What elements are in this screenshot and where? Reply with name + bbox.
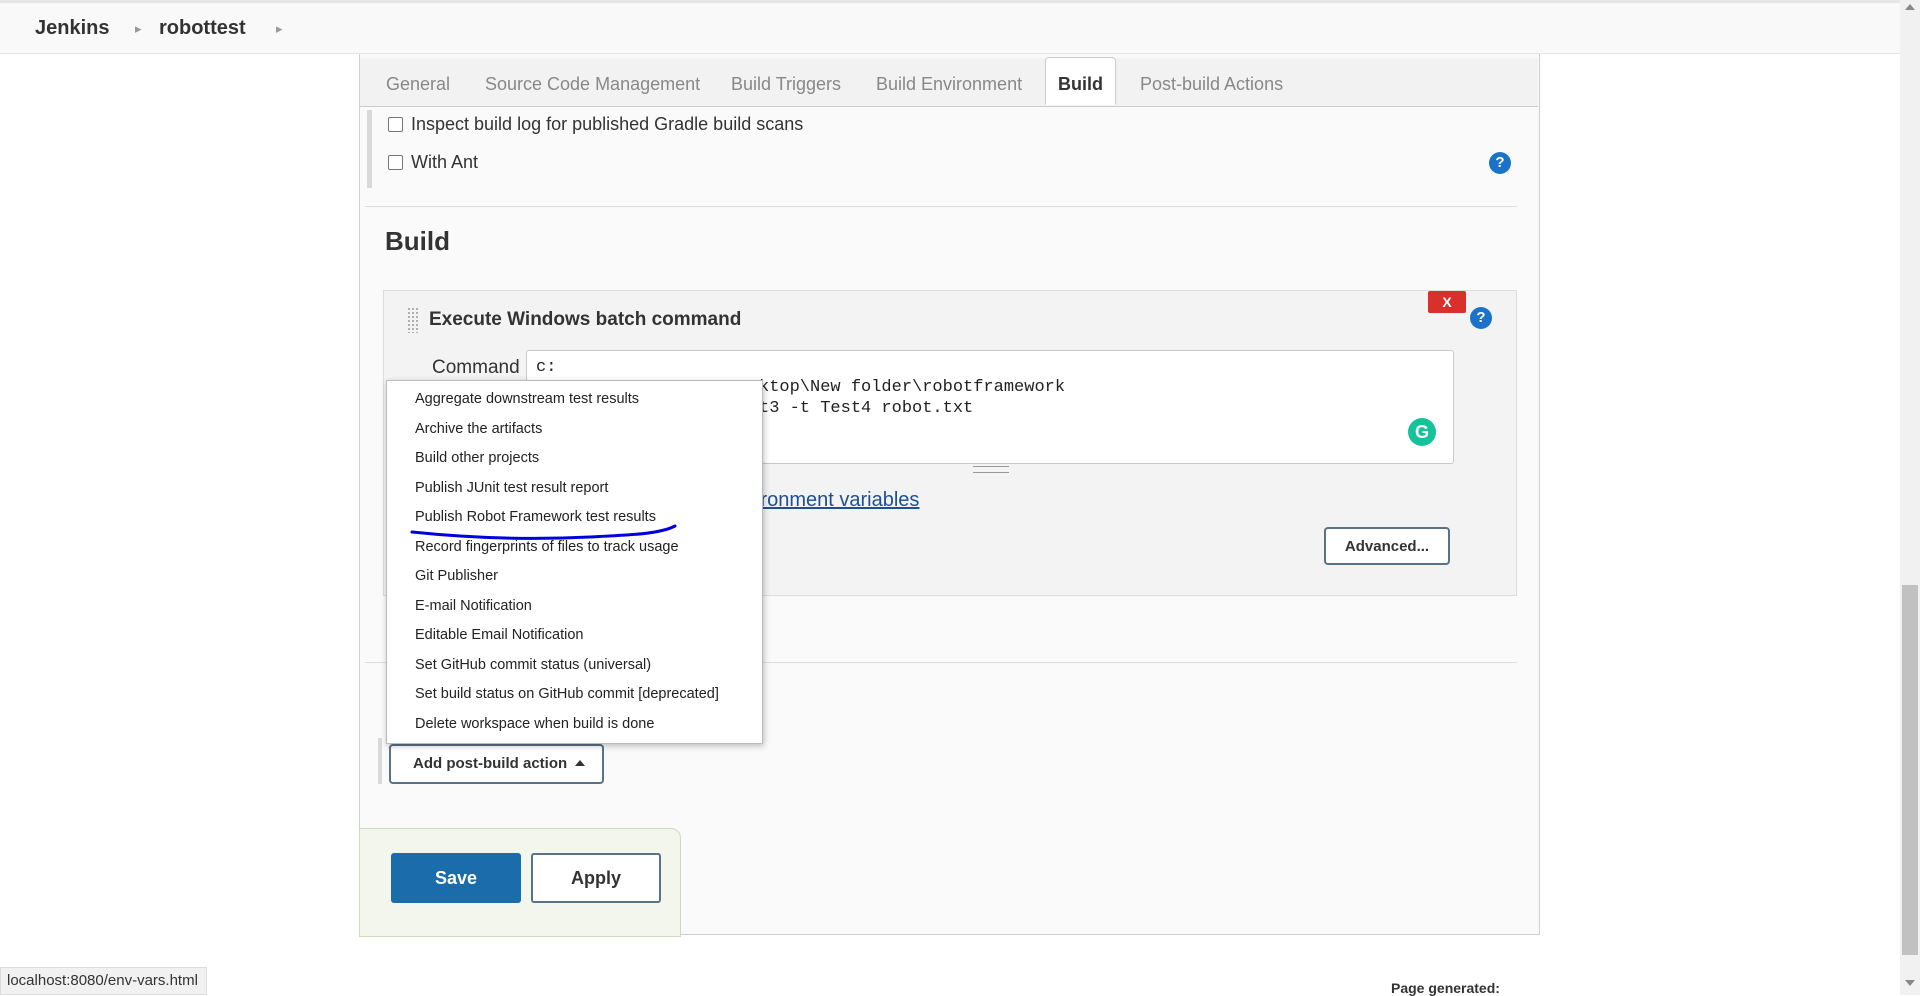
caret-up-icon — [575, 760, 586, 766]
tab-build-environment[interactable]: Build Environment — [876, 74, 1022, 95]
drag-handle-icon[interactable] — [407, 307, 419, 333]
section-indicator — [367, 110, 372, 188]
with-ant-checkbox[interactable] — [388, 155, 403, 170]
scroll-down-icon[interactable] — [1905, 980, 1915, 986]
gradle-scans-checkbox[interactable] — [388, 117, 403, 132]
build-step-title: Execute Windows batch command — [429, 309, 742, 330]
tab-source-code-management[interactable]: Source Code Management — [485, 74, 700, 95]
menu-item-email-notification[interactable]: E-mail Notification — [415, 598, 532, 614]
add-post-build-action-label: Add post-build action — [413, 755, 568, 772]
status-bar-url: localhost:8080/env-vars.html — [0, 967, 207, 995]
menu-item-editable-email[interactable]: Editable Email Notification — [415, 627, 583, 643]
config-tabs: General Source Code Management Build Tri… — [360, 57, 1538, 107]
grammarly-icon[interactable]: G — [1408, 418, 1436, 446]
tab-general[interactable]: General — [386, 74, 450, 95]
tab-build-triggers[interactable]: Build Triggers — [731, 74, 841, 95]
help-icon[interactable]: ? — [1489, 152, 1511, 174]
tab-post-build-actions[interactable]: Post-build Actions — [1140, 74, 1283, 95]
step-help-icon[interactable]: ? — [1470, 307, 1492, 329]
scroll-up-icon[interactable] — [1905, 4, 1915, 10]
breadcrumb-separator-icon: ▸ — [135, 21, 142, 36]
breadcrumb-jenkins[interactable]: Jenkins — [35, 17, 109, 40]
breadcrumb: Jenkins ▸ robottest ▸ — [0, 3, 1900, 54]
delete-step-button[interactable]: X — [1428, 291, 1466, 313]
section-title-build: Build — [385, 226, 450, 256]
resize-grip-icon[interactable] — [973, 466, 1009, 473]
menu-item-publish-junit[interactable]: Publish JUnit test result report — [415, 480, 608, 496]
with-ant-label: With Ant — [411, 152, 479, 172]
save-button[interactable]: Save — [391, 853, 521, 903]
menu-item-archive-artifacts[interactable]: Archive the artifacts — [415, 421, 542, 437]
handwritten-underline-annotation — [410, 524, 677, 540]
breadcrumb-robottest[interactable]: robottest — [159, 17, 246, 40]
menu-item-git-publisher[interactable]: Git Publisher — [415, 568, 498, 584]
breadcrumb-dropdown-icon[interactable]: ▸ — [276, 21, 283, 37]
tab-build[interactable]: Build — [1045, 57, 1116, 105]
apply-button[interactable]: Apply — [531, 853, 661, 903]
command-line-3: t3 -t Test4 robot.txt — [759, 399, 974, 418]
add-post-build-action-button[interactable]: Add post-build action — [389, 744, 604, 784]
command-label: Command — [432, 357, 520, 378]
menu-item-aggregate-downstream[interactable]: Aggregate downstream test results — [415, 391, 639, 407]
command-line-1: c: — [536, 358, 557, 377]
menu-item-github-build-status[interactable]: Set build status on GitHub commit [depre… — [415, 686, 719, 702]
menu-item-build-other-projects[interactable]: Build other projects — [415, 450, 539, 466]
scrollbar-thumb[interactable] — [1902, 585, 1918, 955]
divider — [365, 206, 1517, 207]
command-line-2: ktop\New folder\robotframework — [759, 378, 1066, 397]
menu-item-github-commit-status[interactable]: Set GitHub commit status (universal) — [415, 657, 651, 673]
advanced-button[interactable]: Advanced... — [1324, 527, 1450, 565]
env-vars-link[interactable]: ironment variables — [756, 489, 919, 512]
menu-item-delete-workspace[interactable]: Delete workspace when build is done — [415, 716, 654, 732]
section-indicator — [378, 738, 382, 784]
gradle-scans-label: Inspect build log for published Gradle b… — [411, 114, 804, 134]
page-generated-label: Page generated: — [1391, 980, 1500, 996]
